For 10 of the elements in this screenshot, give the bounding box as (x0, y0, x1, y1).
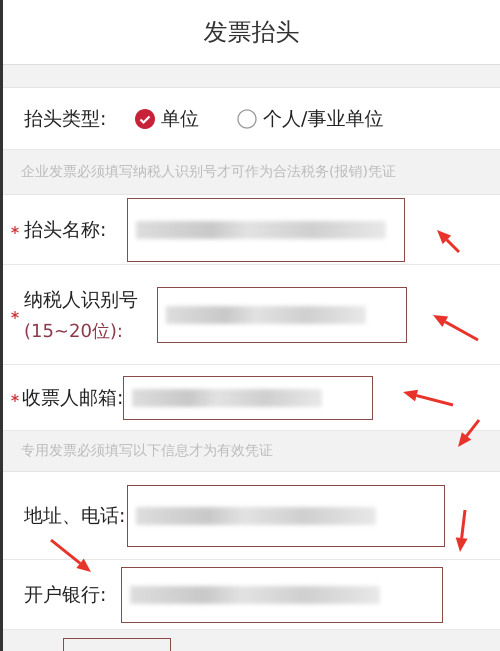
field-label: 抬头类型: (24, 106, 106, 132)
field-label: 抬头名称: (24, 218, 106, 240)
field-label: 收票人邮箱: (22, 386, 124, 408)
field-label: 纳税人识别号 (24, 288, 138, 312)
field-sublabel: (15~20位): (24, 320, 124, 342)
page-title: 发票抬头 (204, 17, 300, 48)
radio-option[interactable]: 单位 (135, 106, 199, 132)
radio-option[interactable]: 个人/事业单位 (237, 106, 384, 132)
field-label: 开户银行: (24, 584, 106, 606)
field-label: 地址、电话: (24, 504, 126, 526)
